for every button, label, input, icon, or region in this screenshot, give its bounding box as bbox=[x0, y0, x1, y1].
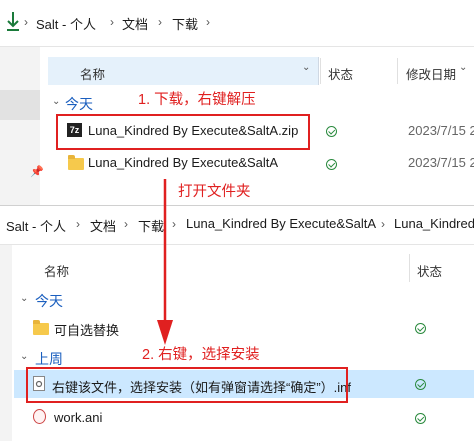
column-header-status[interactable]: 状态 bbox=[328, 64, 353, 83]
breadcrumb-subfolder[interactable]: Luna_Kindred bbox=[394, 216, 474, 231]
chevron-right-icon: › bbox=[110, 15, 114, 29]
breadcrumb-salt[interactable]: Salt - 个人 bbox=[36, 14, 96, 33]
column-divider[interactable] bbox=[320, 58, 321, 84]
column-header-name-label: 名称 bbox=[80, 68, 106, 82]
download-arrow-icon[interactable] bbox=[6, 10, 20, 32]
synced-check-icon bbox=[326, 126, 337, 137]
breadcrumb-documents[interactable]: 文档 bbox=[122, 14, 148, 33]
modified-date: 2023/7/15 2 bbox=[408, 155, 474, 170]
folder-icon bbox=[68, 155, 84, 170]
chevron-right-icon: › bbox=[24, 15, 28, 29]
modified-date: 2023/7/15 2 bbox=[408, 123, 474, 138]
annotation-open-folder: 打开文件夹 bbox=[178, 184, 251, 200]
breadcrumb-downloads[interactable]: 下载 bbox=[172, 14, 198, 33]
breadcrumb-salt[interactable]: Salt - 个人 bbox=[6, 216, 66, 235]
breadcrumb-extracted-folder[interactable]: Luna_Kindred By Execute&SaltA bbox=[186, 216, 376, 231]
column-divider[interactable] bbox=[397, 58, 398, 84]
chevron-down-icon[interactable]: ⌄ bbox=[302, 62, 310, 73]
group-header-today[interactable]: 今天 bbox=[65, 94, 93, 114]
navigation-pane bbox=[0, 47, 40, 205]
bottom-explorer-window: Salt - 个人 › 文档 › 下载 › Luna_Kindred By Ex… bbox=[0, 205, 474, 441]
chevron-right-icon: › bbox=[158, 15, 162, 29]
column-header-name[interactable]: 名称 bbox=[44, 261, 69, 280]
column-divider[interactable] bbox=[409, 254, 410, 282]
highlight-box bbox=[26, 367, 348, 403]
group-header-today[interactable]: 今天 bbox=[35, 291, 63, 311]
chevron-right-icon: › bbox=[76, 217, 80, 231]
synced-check-icon bbox=[415, 323, 426, 334]
top-explorer-window: › Salt - 个人 › 文档 › 下载 › 📌 名称 ⌄ 状态 修改日期 ⌄… bbox=[0, 0, 474, 205]
annotation-arrow bbox=[157, 179, 173, 345]
highlight-box bbox=[56, 114, 310, 150]
navigation-pane-selected-item[interactable] bbox=[0, 90, 40, 120]
breadcrumb-documents[interactable]: 文档 bbox=[90, 216, 116, 235]
chevron-right-icon: › bbox=[206, 15, 210, 29]
column-header-status[interactable]: 状态 bbox=[417, 261, 442, 280]
group-header-last-week[interactable]: 上周 bbox=[35, 349, 63, 369]
navigation-pane bbox=[0, 245, 12, 441]
file-name[interactable]: Luna_Kindred By Execute&SaltA bbox=[88, 155, 278, 170]
synced-check-icon bbox=[415, 379, 426, 390]
chevron-right-icon: › bbox=[381, 217, 385, 231]
column-header-modified[interactable]: 修改日期 bbox=[406, 64, 456, 83]
file-name[interactable]: work.ani bbox=[54, 410, 102, 425]
cursor-file-icon bbox=[33, 409, 46, 424]
synced-check-icon bbox=[415, 413, 426, 424]
collapse-group-icon[interactable]: ⌄ bbox=[52, 96, 60, 107]
chevron-right-icon: › bbox=[124, 217, 128, 231]
annotation-step-1: 1. 下载，右键解压 bbox=[138, 92, 256, 108]
collapse-group-icon[interactable]: ⌄ bbox=[20, 351, 28, 362]
chevron-down-icon[interactable]: ⌄ bbox=[459, 62, 467, 73]
folder-icon bbox=[33, 320, 49, 335]
collapse-group-icon[interactable]: ⌄ bbox=[20, 293, 28, 304]
synced-check-icon bbox=[326, 159, 337, 170]
bottom-address-bar[interactable]: Salt - 个人 › 文档 › 下载 › Luna_Kindred By Ex… bbox=[0, 206, 474, 245]
pin-icon: 📌 bbox=[30, 166, 44, 178]
file-name[interactable]: 可自选替换 bbox=[54, 320, 119, 339]
top-address-bar[interactable]: › Salt - 个人 › 文档 › 下载 › bbox=[0, 0, 474, 47]
